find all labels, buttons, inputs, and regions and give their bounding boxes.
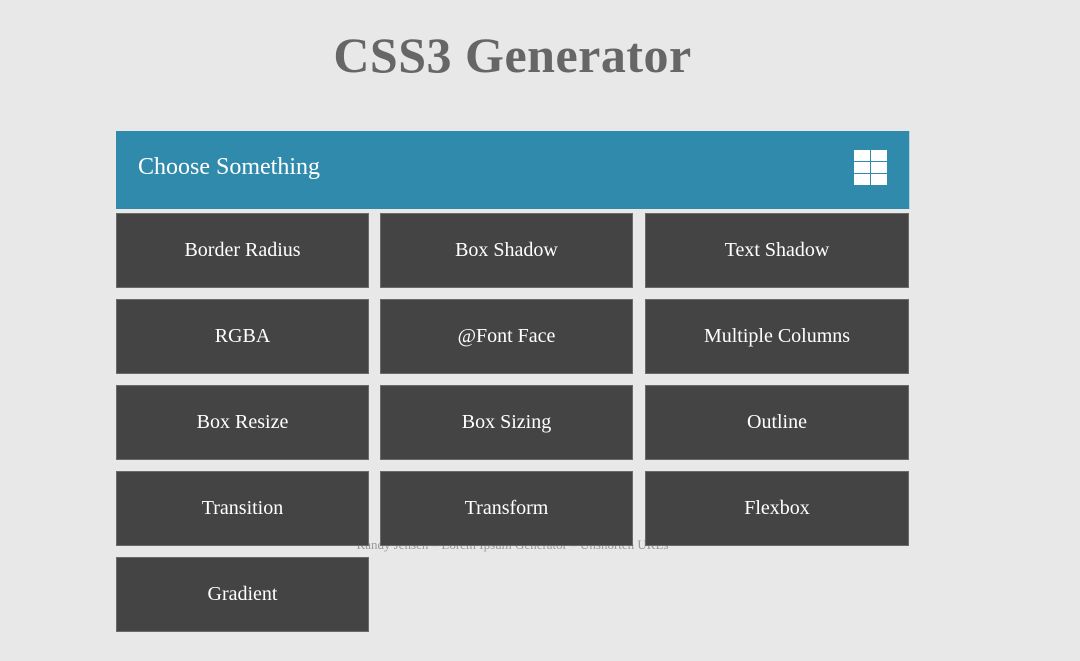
grid-cell (871, 174, 887, 185)
tile-box-resize[interactable]: Box Resize (116, 385, 369, 460)
grid-cell (854, 162, 870, 173)
tile-outline[interactable]: Outline (645, 385, 909, 460)
panel-header: Choose Something (116, 131, 909, 209)
tile-box-sizing[interactable]: Box Sizing (380, 385, 633, 460)
page-title: CSS3 Generator (333, 27, 692, 83)
tile-font-face[interactable]: @Font Face (380, 299, 633, 374)
tile-box-shadow[interactable]: Box Shadow (380, 213, 633, 288)
tile-transform[interactable]: Transform (380, 471, 633, 546)
tile-text-shadow[interactable]: Text Shadow (645, 213, 909, 288)
grid-cell (871, 150, 887, 161)
tile-multiple-columns[interactable]: Multiple Columns (645, 299, 909, 374)
grid-menu-icon[interactable] (854, 150, 888, 185)
grid-cell (854, 150, 870, 161)
grid-cell (854, 174, 870, 185)
panel-header-label: Choose Something (138, 154, 321, 180)
tile-border-radius[interactable]: Border Radius (116, 213, 369, 288)
tile-transition[interactable]: Transition (116, 471, 369, 546)
tile-gradient[interactable]: Gradient (116, 557, 369, 632)
tile-rgba[interactable]: RGBA (116, 299, 369, 374)
tile-flexbox[interactable]: Flexbox (645, 471, 909, 546)
grid-cell (871, 162, 887, 173)
